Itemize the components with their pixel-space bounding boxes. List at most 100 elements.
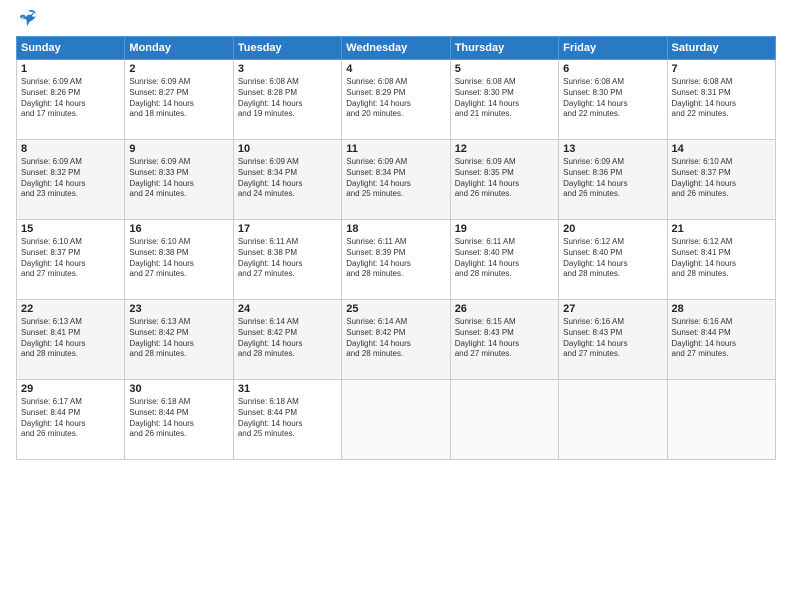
calendar-day-cell: 8 Sunrise: 6:09 AM Sunset: 8:32 PM Daylig… <box>17 140 125 220</box>
calendar-day-cell: 14 Sunrise: 6:10 AM Sunset: 8:37 PM Dayli… <box>667 140 775 220</box>
day-number: 24 <box>238 303 337 315</box>
calendar-day-cell: 17Sunrise: 6:11 AM Sunset: 8:38 PM Dayli… <box>233 220 341 300</box>
weekday-header: Friday <box>559 37 667 60</box>
calendar-day-cell: 25 Sunrise: 6:14 AM Sunset: 8:42 PM Dayli… <box>342 300 450 380</box>
calendar-day-cell <box>450 380 558 460</box>
day-info: Sunrise: 6:09 AM Sunset: 8:32 PM Dayligh… <box>21 157 120 200</box>
day-number: 1 <box>21 63 120 75</box>
day-number: 30 <box>129 383 228 395</box>
day-info: Sunrise: 6:09 AM Sunset: 8:26 PM Dayligh… <box>21 77 120 120</box>
calendar-day-cell: 21Sunrise: 6:12 AM Sunset: 8:41 PM Dayli… <box>667 220 775 300</box>
calendar-week-row: 29Sunrise: 6:17 AM Sunset: 8:44 PM Dayli… <box>17 380 776 460</box>
calendar-day-cell: 3 Sunrise: 6:08 AM Sunset: 8:28 PM Daylig… <box>233 60 341 140</box>
day-info: Sunrise: 6:10 AM Sunset: 8:38 PM Dayligh… <box>129 237 228 280</box>
calendar-day-cell: 28 Sunrise: 6:16 AM Sunset: 8:44 PM Dayli… <box>667 300 775 380</box>
calendar-day-cell: 6 Sunrise: 6:08 AM Sunset: 8:30 PM Daylig… <box>559 60 667 140</box>
calendar-day-cell: 11Sunrise: 6:09 AM Sunset: 8:34 PM Dayli… <box>342 140 450 220</box>
day-info: Sunrise: 6:09 AM Sunset: 8:33 PM Dayligh… <box>129 157 228 200</box>
day-number: 9 <box>129 143 228 155</box>
day-info: Sunrise: 6:16 AM Sunset: 8:44 PM Dayligh… <box>672 317 771 360</box>
day-number: 3 <box>238 63 337 75</box>
day-info: Sunrise: 6:09 AM Sunset: 8:27 PM Dayligh… <box>129 77 228 120</box>
day-info: Sunrise: 6:08 AM Sunset: 8:31 PM Dayligh… <box>672 77 771 120</box>
calendar-week-row: 15 Sunrise: 6:10 AM Sunset: 8:37 PM Dayli… <box>17 220 776 300</box>
day-number: 4 <box>346 63 445 75</box>
day-info: Sunrise: 6:12 AM Sunset: 8:41 PM Dayligh… <box>672 237 771 280</box>
day-number: 20 <box>563 223 662 235</box>
day-number: 16 <box>129 223 228 235</box>
day-number: 26 <box>455 303 554 315</box>
calendar-day-cell: 16 Sunrise: 6:10 AM Sunset: 8:38 PM Dayli… <box>125 220 233 300</box>
day-number: 17 <box>238 223 337 235</box>
day-number: 27 <box>563 303 662 315</box>
day-number: 14 <box>672 143 771 155</box>
day-info: Sunrise: 6:12 AM Sunset: 8:40 PM Dayligh… <box>563 237 662 280</box>
day-number: 2 <box>129 63 228 75</box>
day-info: Sunrise: 6:17 AM Sunset: 8:44 PM Dayligh… <box>21 397 120 440</box>
calendar-day-cell: 2 Sunrise: 6:09 AM Sunset: 8:27 PM Daylig… <box>125 60 233 140</box>
calendar-day-cell: 22Sunrise: 6:13 AM Sunset: 8:41 PM Dayli… <box>17 300 125 380</box>
calendar-day-cell: 12 Sunrise: 6:09 AM Sunset: 8:35 PM Dayli… <box>450 140 558 220</box>
day-info: Sunrise: 6:08 AM Sunset: 8:30 PM Dayligh… <box>563 77 662 120</box>
calendar-day-cell: 13 Sunrise: 6:09 AM Sunset: 8:36 PM Dayli… <box>559 140 667 220</box>
day-number: 13 <box>563 143 662 155</box>
day-info: Sunrise: 6:13 AM Sunset: 8:42 PM Dayligh… <box>129 317 228 360</box>
calendar-day-cell: 10Sunrise: 6:09 AM Sunset: 8:34 PM Dayli… <box>233 140 341 220</box>
calendar-day-cell: 23 Sunrise: 6:13 AM Sunset: 8:42 PM Dayli… <box>125 300 233 380</box>
calendar-day-cell: 9 Sunrise: 6:09 AM Sunset: 8:33 PM Daylig… <box>125 140 233 220</box>
weekday-header: Sunday <box>17 37 125 60</box>
day-info: Sunrise: 6:10 AM Sunset: 8:37 PM Dayligh… <box>672 157 771 200</box>
day-number: 23 <box>129 303 228 315</box>
day-info: Sunrise: 6:15 AM Sunset: 8:43 PM Dayligh… <box>455 317 554 360</box>
calendar-day-cell: 5Sunrise: 6:08 AM Sunset: 8:30 PM Daylig… <box>450 60 558 140</box>
calendar-day-cell <box>342 380 450 460</box>
day-info: Sunrise: 6:14 AM Sunset: 8:42 PM Dayligh… <box>238 317 337 360</box>
weekday-header: Monday <box>125 37 233 60</box>
day-info: Sunrise: 6:10 AM Sunset: 8:37 PM Dayligh… <box>21 237 120 280</box>
calendar-day-cell: 29Sunrise: 6:17 AM Sunset: 8:44 PM Dayli… <box>17 380 125 460</box>
day-info: Sunrise: 6:09 AM Sunset: 8:35 PM Dayligh… <box>455 157 554 200</box>
day-info: Sunrise: 6:09 AM Sunset: 8:34 PM Dayligh… <box>346 157 445 200</box>
calendar-day-cell: 19 Sunrise: 6:11 AM Sunset: 8:40 PM Dayli… <box>450 220 558 300</box>
weekday-header: Wednesday <box>342 37 450 60</box>
day-number: 22 <box>21 303 120 315</box>
day-info: Sunrise: 6:16 AM Sunset: 8:43 PM Dayligh… <box>563 317 662 360</box>
calendar-week-row: 1 Sunrise: 6:09 AM Sunset: 8:26 PM Daylig… <box>17 60 776 140</box>
day-number: 15 <box>21 223 120 235</box>
day-info: Sunrise: 6:14 AM Sunset: 8:42 PM Dayligh… <box>346 317 445 360</box>
day-info: Sunrise: 6:09 AM Sunset: 8:36 PM Dayligh… <box>563 157 662 200</box>
calendar-day-cell: 1 Sunrise: 6:09 AM Sunset: 8:26 PM Daylig… <box>17 60 125 140</box>
calendar-week-row: 8 Sunrise: 6:09 AM Sunset: 8:32 PM Daylig… <box>17 140 776 220</box>
day-number: 8 <box>21 143 120 155</box>
day-info: Sunrise: 6:08 AM Sunset: 8:28 PM Dayligh… <box>238 77 337 120</box>
weekday-header: Saturday <box>667 37 775 60</box>
calendar-day-cell <box>667 380 775 460</box>
day-number: 25 <box>346 303 445 315</box>
day-info: Sunrise: 6:08 AM Sunset: 8:29 PM Dayligh… <box>346 77 445 120</box>
day-info: Sunrise: 6:18 AM Sunset: 8:44 PM Dayligh… <box>129 397 228 440</box>
calendar-week-row: 22Sunrise: 6:13 AM Sunset: 8:41 PM Dayli… <box>17 300 776 380</box>
day-info: Sunrise: 6:09 AM Sunset: 8:34 PM Dayligh… <box>238 157 337 200</box>
calendar-day-cell: 31Sunrise: 6:18 AM Sunset: 8:44 PM Dayli… <box>233 380 341 460</box>
calendar-day-cell: 7 Sunrise: 6:08 AM Sunset: 8:31 PM Daylig… <box>667 60 775 140</box>
calendar-day-cell <box>559 380 667 460</box>
day-number: 18 <box>346 223 445 235</box>
logo <box>16 12 38 28</box>
calendar-day-cell: 15 Sunrise: 6:10 AM Sunset: 8:37 PM Dayli… <box>17 220 125 300</box>
day-number: 5 <box>455 63 554 75</box>
calendar-day-cell: 30 Sunrise: 6:18 AM Sunset: 8:44 PM Dayli… <box>125 380 233 460</box>
day-number: 31 <box>238 383 337 395</box>
calendar-day-cell: 24 Sunrise: 6:14 AM Sunset: 8:42 PM Dayli… <box>233 300 341 380</box>
day-number: 19 <box>455 223 554 235</box>
calendar-table: SundayMondayTuesdayWednesdayThursdayFrid… <box>16 36 776 460</box>
day-number: 28 <box>672 303 771 315</box>
day-number: 12 <box>455 143 554 155</box>
day-number: 7 <box>672 63 771 75</box>
page: SundayMondayTuesdayWednesdayThursdayFrid… <box>0 0 792 472</box>
day-info: Sunrise: 6:11 AM Sunset: 8:39 PM Dayligh… <box>346 237 445 280</box>
calendar-day-cell: 18 Sunrise: 6:11 AM Sunset: 8:39 PM Dayli… <box>342 220 450 300</box>
day-number: 6 <box>563 63 662 75</box>
calendar-body: 1 Sunrise: 6:09 AM Sunset: 8:26 PM Daylig… <box>17 60 776 460</box>
calendar-day-cell: 4 Sunrise: 6:08 AM Sunset: 8:29 PM Daylig… <box>342 60 450 140</box>
day-info: Sunrise: 6:11 AM Sunset: 8:40 PM Dayligh… <box>455 237 554 280</box>
